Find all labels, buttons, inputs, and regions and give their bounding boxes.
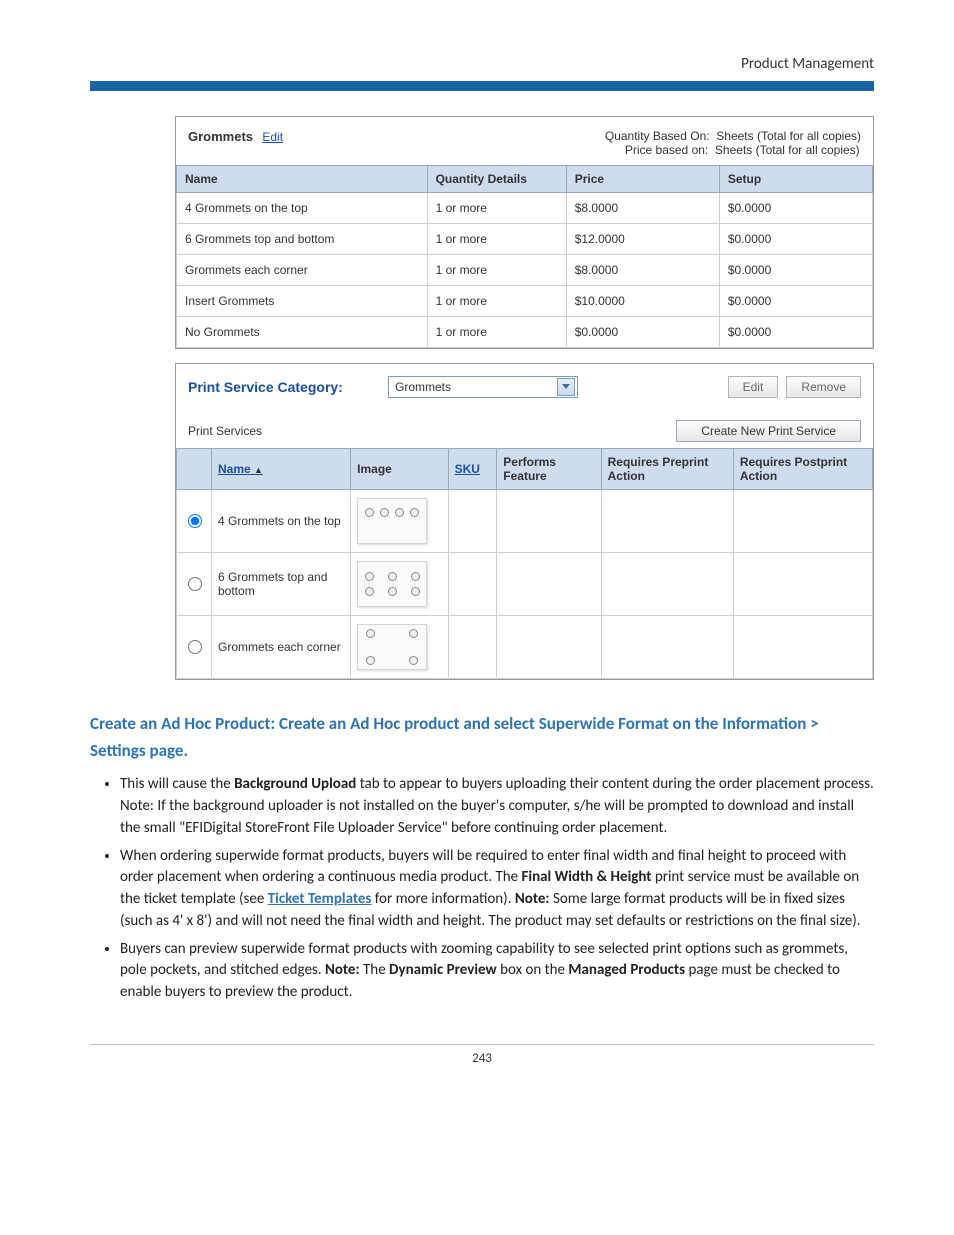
row-name: 4 Grommets on the top <box>212 490 351 553</box>
col-name-sort[interactable]: Name ▲ <box>212 449 351 490</box>
row-name: Grommets each corner <box>212 616 351 679</box>
thumb-6-tb <box>357 561 427 607</box>
table-row: Grommets each corner1 or more$8.0000$0.0… <box>177 255 873 286</box>
edit-button[interactable]: Edit <box>728 376 779 398</box>
table-row: 4 Grommets on the top1 or more$8.0000$0.… <box>177 193 873 224</box>
table-row: 6 Grommets top and bottom <box>177 553 873 616</box>
page-number: 243 <box>90 1051 874 1066</box>
category-value: Grommets <box>395 380 451 394</box>
create-print-service-button[interactable]: Create New Print Service <box>676 420 861 442</box>
list-item: When ordering superwide format products,… <box>120 846 874 933</box>
thumb-4-top <box>357 498 427 544</box>
col-name: Name <box>177 166 428 193</box>
row-radio[interactable] <box>188 640 202 654</box>
table-row: Insert Grommets1 or more$10.0000$0.0000 <box>177 286 873 317</box>
services-table: Name ▲ Image SKU Performs Feature Requir… <box>176 448 873 679</box>
table-row: Grommets each corner <box>177 616 873 679</box>
chevron-down-icon[interactable] <box>557 378 575 396</box>
list-item: Buyers can preview superwide format prod… <box>120 939 874 1004</box>
doc-header: Product Management <box>90 55 874 73</box>
row-radio[interactable] <box>188 514 202 528</box>
col-sku[interactable]: SKU <box>448 449 497 490</box>
category-select[interactable]: Grommets <box>388 376 578 398</box>
remove-button[interactable]: Remove <box>786 376 861 398</box>
qty-basis-label: Quantity Based On: <box>605 129 710 143</box>
table-row: No Grommets1 or more$0.0000$0.0000 <box>177 317 873 348</box>
col-preprint: Requires Preprint Action <box>601 449 733 490</box>
sort-asc-icon: ▲ <box>254 465 263 475</box>
table-row: 6 Grommets top and bottom1 or more$12.00… <box>177 224 873 255</box>
col-performs: Performs Feature <box>497 449 601 490</box>
thumb-corners <box>357 624 427 670</box>
panel-title: Grommets <box>188 129 253 144</box>
col-price: Price <box>566 166 719 193</box>
price-basis-value: Sheets (Total for all copies) <box>715 143 860 157</box>
print-services-label: Print Services <box>188 424 262 438</box>
col-setup: Setup <box>719 166 872 193</box>
price-table: Name Quantity Details Price Setup 4 Grom… <box>176 165 873 348</box>
table-row: 4 Grommets on the top <box>177 490 873 553</box>
basis-info: Quantity Based On: Sheets (Total for all… <box>605 129 861 157</box>
row-radio[interactable] <box>188 577 202 591</box>
body-list: This will cause the Background Upload ta… <box>120 774 874 1004</box>
section-heading: Create an Ad Hoc Product: Create an Ad H… <box>90 710 874 764</box>
category-label: Print Service Category: <box>188 379 388 395</box>
list-item: This will cause the Background Upload ta… <box>120 774 874 839</box>
ticket-templates-link[interactable]: Ticket Templates <box>268 890 372 908</box>
qty-basis-value: Sheets (Total for all copies) <box>716 129 861 143</box>
footer-rule <box>90 1044 874 1045</box>
col-image: Image <box>351 449 448 490</box>
edit-link[interactable]: Edit <box>262 130 283 144</box>
col-postprint: Requires Postprint Action <box>733 449 872 490</box>
header-rule <box>90 81 874 91</box>
col-qty: Quantity Details <box>427 166 566 193</box>
row-name: 6 Grommets top and bottom <box>212 553 351 616</box>
print-service-panel: Print Service Category: Grommets Edit Re… <box>175 363 874 680</box>
grommets-price-panel: Grommets Edit Quantity Based On: Sheets … <box>175 116 874 349</box>
price-basis-label: Price based on: <box>625 143 708 157</box>
